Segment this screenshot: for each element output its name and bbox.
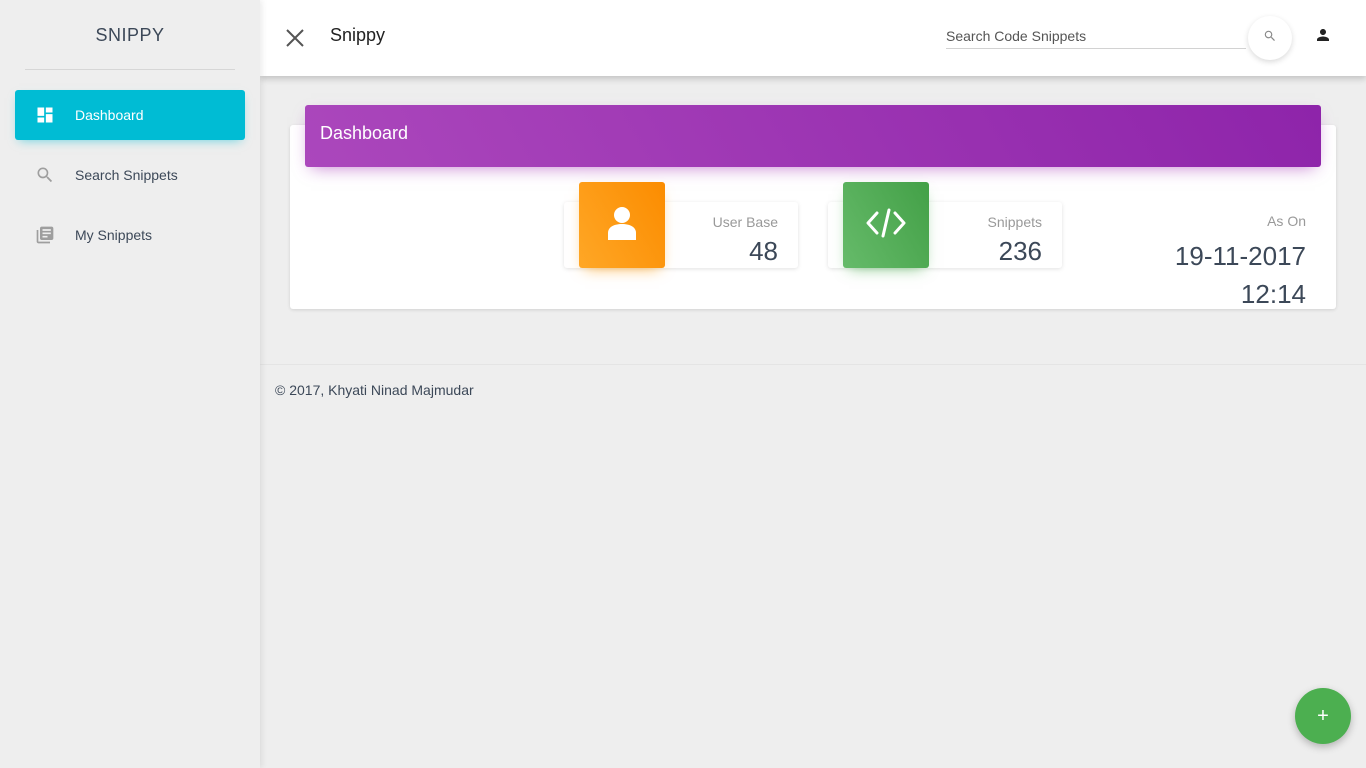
sidebar: SNIPPY Dashboard Search Snippets My Snip…	[0, 0, 260, 768]
sidebar-item-label: My Snippets	[75, 227, 153, 243]
sidebar-item-label: Dashboard	[75, 107, 144, 123]
sidebar-nav: Dashboard Search Snippets My Snippets	[0, 70, 260, 260]
person-icon	[606, 206, 638, 245]
top-navbar: Snippy	[260, 0, 1366, 76]
sidebar-item-dashboard[interactable]: Dashboard	[15, 90, 245, 140]
sidebar-item-my-snippets[interactable]: My Snippets	[15, 210, 245, 260]
search-input[interactable]	[946, 24, 1246, 49]
library-books-icon	[35, 225, 55, 245]
dashboard-icon	[35, 105, 55, 125]
sidebar-item-search-snippets[interactable]: Search Snippets	[15, 150, 245, 200]
stat-value: 48	[749, 236, 778, 266]
person-icon[interactable]	[1312, 24, 1334, 46]
footer-divider	[260, 364, 1366, 365]
footer-copyright: © 2017, Khyati Ninad Majmudar	[275, 382, 474, 398]
stat-value: 236	[998, 236, 1042, 266]
stat-label: Snippets	[987, 214, 1042, 230]
stat-label: User Base	[712, 214, 778, 230]
as-on-date: 19-11-2017	[1174, 241, 1306, 271]
close-icon[interactable]	[284, 27, 306, 49]
add-snippet-button[interactable]: +	[1295, 688, 1351, 744]
as-on-time: 12:14	[1240, 279, 1306, 309]
search-icon	[35, 165, 55, 185]
page-title: Snippy	[330, 24, 386, 45]
brand-logo[interactable]: SNIPPY	[0, 0, 260, 70]
as-on-label: As On	[1267, 213, 1306, 229]
user-base-icon-box	[579, 182, 665, 268]
search-button[interactable]	[1248, 16, 1292, 60]
sidebar-item-label: Search Snippets	[75, 167, 178, 183]
dashboard-card-header: Dashboard	[305, 105, 1321, 167]
search-icon	[1263, 29, 1277, 48]
code-icon	[866, 208, 906, 243]
search-field-wrapper	[946, 24, 1246, 49]
as-on-block: As On 19-11-2017 12:14	[1175, 213, 1306, 313]
snippets-icon-box	[843, 182, 929, 268]
